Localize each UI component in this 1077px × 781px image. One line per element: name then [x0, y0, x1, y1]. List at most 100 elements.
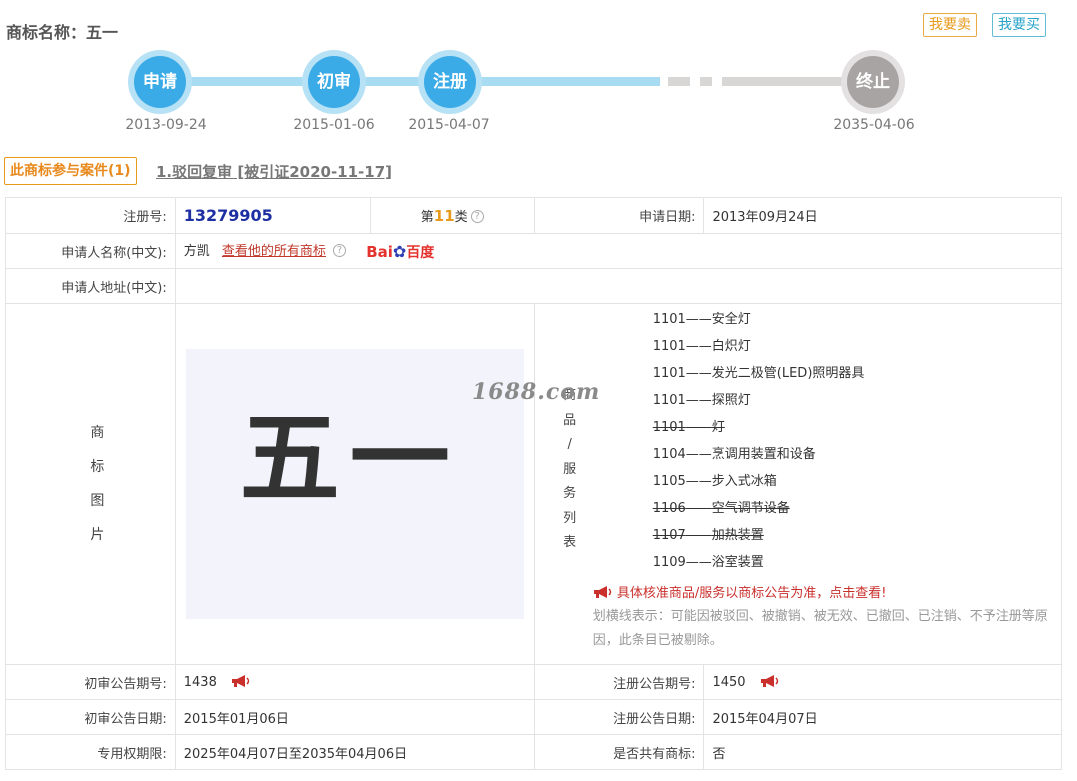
class-cell: 第11类? [369, 197, 535, 234]
view-all-trademarks-link[interactable]: 查看他的所有商标 [222, 244, 326, 259]
timeline-date-prelim: 2015-01-06 [293, 117, 375, 133]
address-label: 申请人地址(中文): [5, 268, 176, 304]
goods-name: 浴室装置 [711, 555, 764, 570]
strike-explanation: 划横线表示：可能因被驳回、被撤销、被无效、已撤回、已注销、不予注册等原因，此条目… [592, 609, 1048, 648]
notice-link[interactable]: 具体核准商品/服务以商标公告为准，点击查看! [593, 582, 1061, 601]
timeline-dash [668, 77, 690, 86]
page-title: 商标名称：五一 [6, 23, 119, 42]
goods-item: 1101——灯 [653, 414, 1061, 441]
goods-name: 空气调节设备 [711, 501, 790, 516]
reg-no-label: 注册号: [5, 197, 176, 234]
megaphone-icon[interactable] [760, 674, 780, 688]
prelim-no-value: 1438 [183, 675, 217, 690]
goods-dash: —— [685, 312, 712, 327]
goods-code: 1105 [652, 474, 686, 489]
timeline-node-register: 注册 [418, 50, 482, 114]
timeline-node-label: 注册 [424, 56, 476, 108]
applicant-name: 方凯 [183, 244, 210, 260]
timeline-date-end: 2035-04-06 [833, 117, 915, 133]
goods-cell: 商 品 / 服 务 列 表 1101——安全灯 1101——白炽灯 1101——发光… [533, 303, 1063, 665]
trademark-glyph: 五一 [239, 400, 460, 517]
help-icon[interactable]: ? [333, 244, 347, 258]
help-icon[interactable]: ? [470, 210, 484, 223]
goods-name: 烹调用装置和设备 [711, 447, 816, 462]
timeline-progress-line [160, 77, 660, 86]
prelim-no-cell: 1438 [174, 664, 535, 700]
goods-item: 1107——加热装置 [653, 522, 1061, 549]
megaphone-icon [593, 586, 611, 598]
reg-pub-date-label: 注册公告日期: [533, 699, 705, 735]
sell-button[interactable]: 我要卖 [923, 13, 977, 37]
reg-pub-no-value: 1450 [712, 675, 746, 690]
image-label-cell: 商 标 图 片 [5, 303, 176, 665]
baidu-search-button[interactable]: Bai✿百度 [366, 242, 434, 262]
class-suffix: 类 [454, 210, 468, 225]
timeline-node-prelim: 初审 [302, 50, 366, 114]
image-label-char: 商 [90, 425, 105, 441]
goods-code: 1101 [652, 366, 686, 381]
image-label-char: 标 [90, 459, 105, 475]
watermark: 1688.com [472, 379, 601, 405]
trademark-image-cell: 五一 [174, 303, 535, 665]
apply-date-label: 申请日期: [533, 197, 705, 234]
goods-label-char: 服 [563, 461, 577, 477]
timeline-date-apply: 2013-09-24 [125, 117, 207, 133]
goods-dash: —— [685, 555, 712, 570]
goods-code: 1106 [652, 501, 686, 516]
trademark-info-table: 注册号: 13279905 第11类? 申请日期: 2013年09月24日 申请… [5, 197, 1063, 770]
prelim-date-value: 2015年01月06日 [174, 699, 535, 735]
goods-name: 加热装置 [711, 528, 764, 543]
baidu-bai-text: Bai [366, 242, 393, 261]
image-label-char: 片 [90, 527, 105, 543]
goods-label-char: 列 [563, 510, 577, 526]
goods-item: 1105——步入式冰箱 [653, 468, 1061, 495]
goods-dash: —— [685, 420, 712, 435]
address-value [174, 268, 1063, 304]
goods-code: 1104 [652, 447, 686, 462]
goods-code: 1101 [652, 393, 686, 408]
timeline-node-label: 申请 [134, 56, 186, 108]
apply-date-value: 2013年09月24日 [703, 197, 1062, 234]
status-timeline: 申请 2013-09-24 初审 2015-01-06 注册 2015-04-0… [0, 45, 1077, 140]
goods-item: 1109——浴室装置 [653, 549, 1061, 576]
prelim-date-label: 初审公告日期: [5, 699, 176, 735]
timeline-dash [700, 77, 712, 86]
term-value: 2025年04月07日至2035年04月06日 [174, 734, 535, 770]
goods-label-char: 务 [563, 486, 577, 501]
timeline-node-label: 终止 [847, 56, 899, 108]
baidu-paw-icon: ✿ [392, 241, 407, 261]
reg-pub-no-label: 注册公告期号: [533, 664, 705, 700]
goods-label-char: 表 [563, 535, 577, 550]
term-label: 专用权期限: [5, 734, 176, 770]
goods-list: 1101——安全灯 1101——白炽灯 1101——发光二极管(LED)照明器具 11… [535, 306, 1061, 576]
megaphone-icon[interactable] [231, 674, 251, 688]
reg-no-cell: 13279905 [174, 197, 371, 234]
goods-item: 1101——白炽灯 [653, 333, 1061, 360]
timeline-date-register: 2015-04-07 [408, 117, 490, 133]
case-tab[interactable]: 此商标参与案件(1) [4, 157, 137, 185]
goods-code: 1107 [652, 528, 686, 543]
applicant-cell: 方凯 查看他的所有商标 ? Bai✿百度 [174, 233, 1063, 269]
class-prefix: 第 [420, 210, 434, 225]
goods-code: 1101 [652, 312, 686, 327]
goods-item: 1106——空气调节设备 [653, 495, 1061, 522]
goods-dash: —— [685, 474, 712, 489]
goods-name: 步入式冰箱 [711, 474, 777, 489]
goods-label: 商 品 / 服 务 列 表 [563, 384, 577, 556]
goods-dash: —— [685, 339, 712, 354]
shared-value: 否 [703, 734, 1062, 770]
goods-name: 发光二极管(LED)照明器具 [711, 366, 865, 381]
shared-label: 是否共有商标: [533, 734, 705, 770]
reg-pub-no-cell: 1450 [703, 664, 1062, 700]
timeline-node-apply: 申请 [128, 50, 192, 114]
goods-name: 安全灯 [711, 312, 751, 327]
prelim-no-label: 初审公告期号: [5, 664, 176, 700]
buy-button[interactable]: 我要买 [992, 13, 1046, 37]
reg-no-value: 13279905 [183, 206, 273, 225]
goods-label-char: 品 [563, 412, 577, 428]
goods-dash: —— [685, 447, 712, 462]
goods-item: 1101——发光二极管(LED)照明器具 [653, 360, 1061, 387]
case-link[interactable]: 1.驳回复审 [被引证2020-11-17] [156, 161, 392, 182]
goods-label-char: / [567, 437, 572, 452]
timeline-node-label: 初审 [308, 56, 360, 108]
